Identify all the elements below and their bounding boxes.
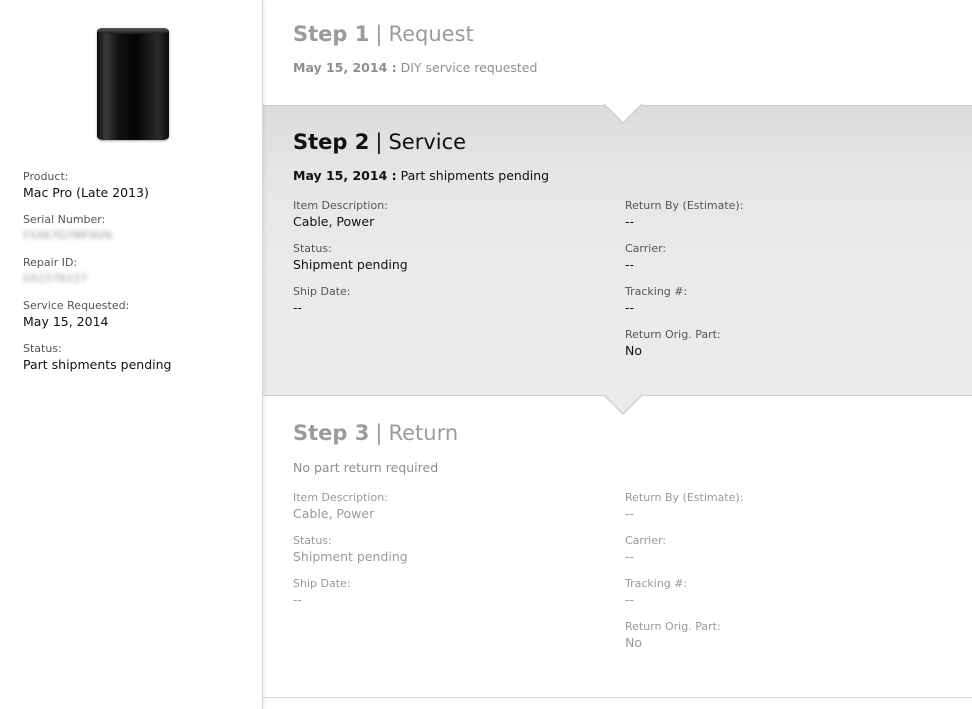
field-label: Carrier: bbox=[625, 242, 667, 255]
step-date: May 15, 2014 : bbox=[293, 60, 397, 75]
carrier-field: Carrier: -- bbox=[625, 242, 945, 285]
product-sidebar: Product: Mac Pro (Late 2013) Serial Numb… bbox=[0, 0, 263, 709]
step-name: Return bbox=[388, 421, 459, 445]
field-value: -- bbox=[625, 506, 635, 521]
return-by-field: Return By (Estimate): -- bbox=[625, 199, 945, 242]
field-value: -- bbox=[625, 300, 635, 315]
field-label: Return By (Estimate): bbox=[625, 491, 744, 504]
mac-pro-image bbox=[97, 28, 169, 140]
return-by-field: Return By (Estimate): -- bbox=[625, 491, 945, 534]
field-label: Ship Date: bbox=[293, 577, 351, 590]
field-value: Cable, Power bbox=[293, 506, 375, 521]
field-label: Item Description: bbox=[293, 199, 388, 212]
product-info: Product: Mac Pro (Late 2013) bbox=[23, 170, 253, 202]
step-status: DIY service requested bbox=[400, 60, 538, 75]
step-name: Service bbox=[388, 130, 467, 154]
item-description-field: Item Description: Cable, Power bbox=[293, 199, 613, 242]
field-label: Return By (Estimate): bbox=[625, 199, 744, 212]
serial-number-label: Serial Number: bbox=[23, 213, 106, 226]
step-request: Step 1 | Request May 15, 2014 : DIY servic… bbox=[263, 0, 972, 105]
field-label: Tracking #: bbox=[625, 577, 688, 590]
status-field: Status: Shipment pending bbox=[293, 534, 613, 577]
tracking-number-field: Tracking #: -- bbox=[625, 285, 945, 328]
serial-number-info: Serial Number: F5XK7D7MF9VN bbox=[23, 213, 253, 245]
details-left-column: Item Description: Cable, Power Status: S… bbox=[293, 491, 613, 620]
field-label: Status: bbox=[293, 242, 332, 255]
return-orig-part-field: Return Orig. Part: No bbox=[625, 328, 945, 371]
step-number: Step 2 bbox=[293, 130, 370, 154]
field-label: Item Description: bbox=[293, 491, 388, 504]
step-status: Part shipments pending bbox=[400, 168, 550, 183]
step-separator: | bbox=[375, 421, 383, 445]
step-return: Step 3 | Return No part return required It… bbox=[263, 396, 972, 698]
service-requested-info: Service Requested: May 15, 2014 bbox=[23, 299, 253, 331]
details-right-column: Return By (Estimate): -- Carrier: -- Tra… bbox=[625, 491, 945, 663]
details-left-column: Item Description: Cable, Power Status: S… bbox=[293, 199, 613, 328]
field-label: Return Orig. Part: bbox=[625, 620, 721, 633]
ship-date-field: Ship Date: -- bbox=[293, 577, 613, 620]
repair-id-label: Repair ID: bbox=[23, 256, 78, 269]
status-info: Status: Part shipments pending bbox=[23, 342, 253, 374]
repair-steps: Step 1 | Request May 15, 2014 : DIY servic… bbox=[263, 0, 972, 709]
step2-pointer-notch bbox=[603, 394, 643, 415]
step-status: No part return required bbox=[293, 460, 439, 475]
product-label: Product: bbox=[23, 170, 69, 183]
field-value: Shipment pending bbox=[293, 549, 408, 564]
step-separator: | bbox=[375, 22, 383, 46]
details-right-column: Return By (Estimate): -- Carrier: -- Tra… bbox=[625, 199, 945, 371]
step-summary: May 15, 2014 : DIY service requested bbox=[293, 60, 537, 76]
service-requested-value: May 15, 2014 bbox=[23, 314, 109, 329]
step-summary: May 15, 2014 : Part shipments pending bbox=[293, 168, 549, 184]
step-title: Step 3 | Return bbox=[293, 420, 458, 446]
field-value: Shipment pending bbox=[293, 257, 408, 272]
field-label: Carrier: bbox=[625, 534, 667, 547]
field-value: -- bbox=[293, 300, 303, 315]
field-label: Ship Date: bbox=[293, 285, 351, 298]
step-summary: No part return required bbox=[293, 460, 438, 476]
item-description-field: Item Description: Cable, Power bbox=[293, 491, 613, 534]
field-value: -- bbox=[625, 257, 635, 272]
field-value: -- bbox=[625, 214, 635, 229]
field-value: -- bbox=[625, 549, 635, 564]
status-value: Part shipments pending bbox=[23, 357, 172, 372]
field-label: Return Orig. Part: bbox=[625, 328, 721, 341]
repair-id-value: D51576127 bbox=[23, 272, 88, 285]
status-label: Status: bbox=[23, 342, 62, 355]
step-separator: | bbox=[375, 130, 383, 154]
carrier-field: Carrier: -- bbox=[625, 534, 945, 577]
field-value: -- bbox=[293, 592, 303, 607]
field-value: Cable, Power bbox=[293, 214, 375, 229]
product-info-list: Product: Mac Pro (Late 2013) Serial Numb… bbox=[23, 170, 253, 385]
field-value: -- bbox=[625, 592, 635, 607]
step-title: Step 2 | Service bbox=[293, 129, 466, 155]
product-value: Mac Pro (Late 2013) bbox=[23, 185, 149, 200]
step-name: Request bbox=[388, 22, 474, 46]
return-orig-part-field: Return Orig. Part: No bbox=[625, 620, 945, 663]
status-field: Status: Shipment pending bbox=[293, 242, 613, 285]
step-number: Step 1 bbox=[293, 22, 370, 46]
step1-pointer-notch bbox=[603, 103, 643, 124]
step-service: Step 2 | Service May 15, 2014 : Part shipm… bbox=[263, 105, 972, 396]
field-label: Tracking #: bbox=[625, 285, 688, 298]
ship-date-field: Ship Date: -- bbox=[293, 285, 613, 328]
repair-status-page: Product: Mac Pro (Late 2013) Serial Numb… bbox=[0, 0, 972, 709]
field-value: No bbox=[625, 343, 642, 358]
step-number: Step 3 bbox=[293, 421, 370, 445]
step-title: Step 1 | Request bbox=[293, 21, 474, 47]
step-date: May 15, 2014 : bbox=[293, 168, 397, 183]
repair-id-info: Repair ID: D51576127 bbox=[23, 256, 253, 288]
service-requested-label: Service Requested: bbox=[23, 299, 130, 312]
field-value: No bbox=[625, 635, 642, 650]
serial-number-value: F5XK7D7MF9VN bbox=[23, 229, 113, 242]
field-label: Status: bbox=[293, 534, 332, 547]
tracking-number-field: Tracking #: -- bbox=[625, 577, 945, 620]
